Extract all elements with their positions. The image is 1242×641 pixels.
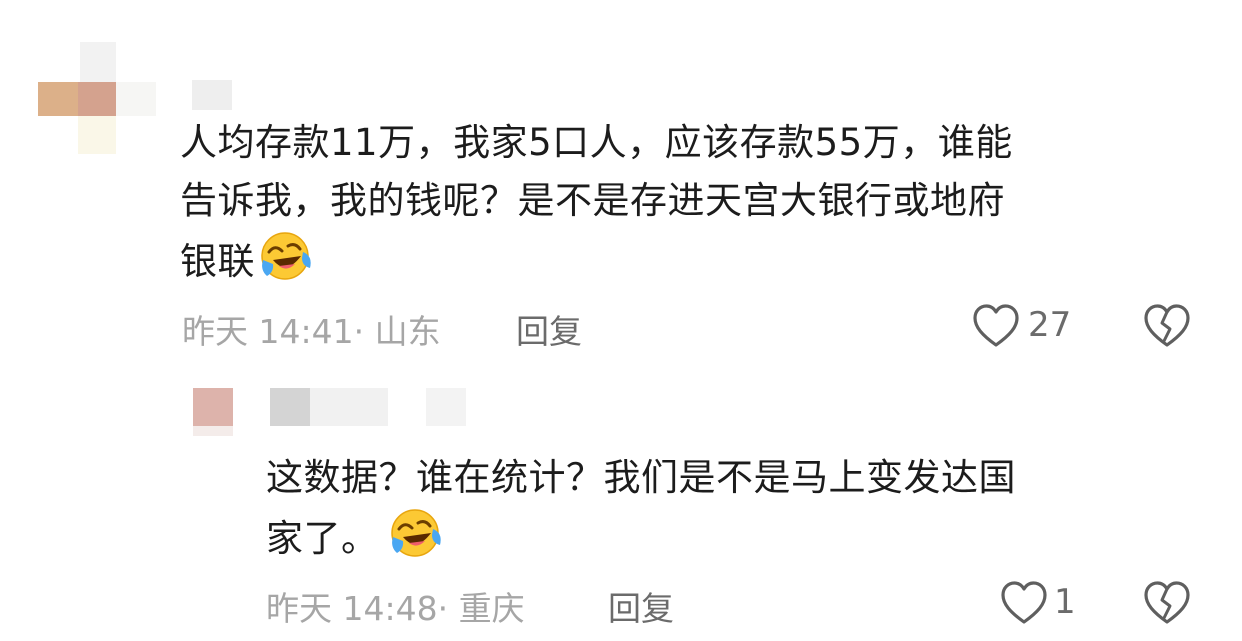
username-blurred[interactable] — [270, 388, 470, 428]
timestamp: 昨天 14:41 — [182, 312, 354, 351]
comment-timestamp: 昨天 14:48· 重庆 — [266, 582, 525, 630]
comment-line: 家了。 — [266, 517, 379, 560]
like-button[interactable]: 27 — [972, 303, 1082, 349]
broken-heart-icon[interactable] — [1143, 580, 1191, 626]
comment-line: 银联 — [180, 240, 255, 283]
username-blurred[interactable] — [192, 80, 232, 110]
location: · 山东 — [353, 312, 441, 351]
comment-line: 这数据？谁在统计？我们是不是马上变发达国 — [266, 456, 1016, 499]
comment-line-with-emoji: 家了。 — [266, 507, 1226, 576]
laugh-cry-emoji — [389, 507, 441, 576]
comment-text: 人均存款11万，我家5口人，应该存款55万，谁能 告诉我，我的钱呢？是不是存进天… — [180, 114, 1220, 299]
heart-icon — [973, 304, 1019, 347]
broken-heart-icon[interactable] — [1143, 303, 1191, 349]
like-button[interactable]: 1 — [1000, 580, 1090, 626]
laugh-cry-emoji — [259, 230, 311, 299]
comment-line: 告诉我，我的钱呢？是不是存进天宫大银行或地府 — [180, 179, 1005, 222]
reply-button[interactable]: 回复 — [608, 582, 674, 630]
comment-line: 人均存款11万，我家5口人，应该存款55万，谁能 — [180, 121, 1013, 164]
reply-button[interactable]: 回复 — [516, 305, 582, 353]
location: · 重庆 — [437, 589, 525, 628]
comment-timestamp: 昨天 14:41· 山东 — [182, 305, 441, 353]
like-count: 27 — [1028, 305, 1072, 345]
timestamp: 昨天 14:48 — [266, 589, 438, 628]
like-count: 1 — [1054, 582, 1076, 622]
avatar[interactable] — [193, 388, 237, 442]
avatar[interactable] — [38, 42, 158, 157]
heart-icon — [1001, 581, 1047, 624]
comment-line-with-emoji: 银联 — [180, 230, 1220, 299]
comment-text: 这数据？谁在统计？我们是不是马上变发达国 家了。 — [266, 449, 1226, 576]
